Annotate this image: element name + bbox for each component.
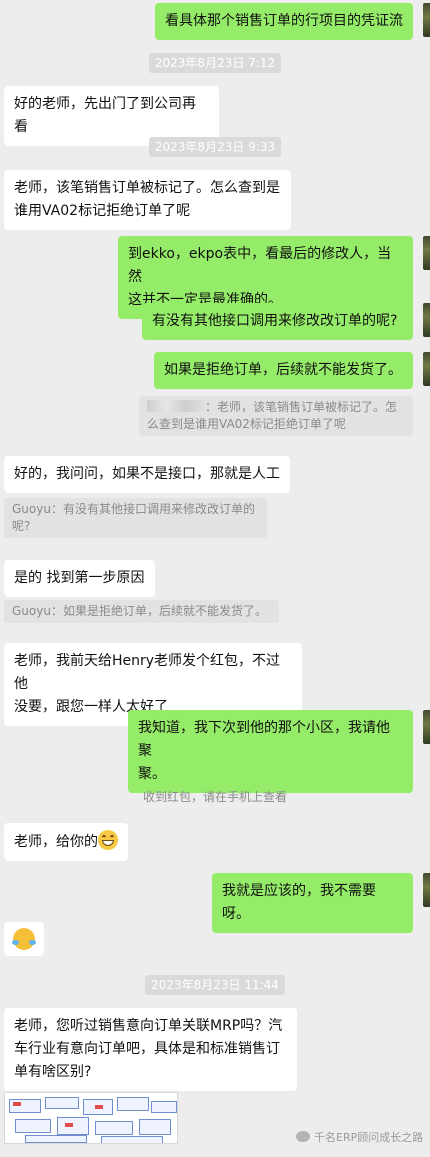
message-other[interactable]: 老师，给你的 <box>4 823 128 861</box>
avatar[interactable] <box>423 352 430 386</box>
timestamp: 2023年8月23日 7:12 <box>0 52 430 73</box>
message-text: 老师，您听过销售意向订单关联MRP吗？汽 <box>14 1018 283 1034</box>
message-text: 老师，我前天给Henry老师发个红包，不过他 <box>14 653 281 692</box>
tears-of-joy-emoji-icon <box>12 928 36 950</box>
message-other[interactable] <box>4 922 44 956</box>
message-other[interactable]: 是的 找到第一步原因 <box>4 560 155 597</box>
timestamp: 2023年8月23日 11:44 <box>0 974 430 995</box>
avatar[interactable] <box>423 3 430 37</box>
message-text: 车行业有意向订单吧，具体是和标准销售订 <box>14 1041 280 1057</box>
quote-text: 呢? <box>12 519 31 533</box>
avatar[interactable] <box>423 710 430 744</box>
quoted-message[interactable]: ：老师，该笔销售订单被标记了。怎 么查到是谁用VA02标记拒绝订单了呢 <box>139 396 413 436</box>
message-self[interactable]: 我就是应该的，我不需要呀。 <box>212 873 413 933</box>
quote-text: ：老师，该笔销售订单被标记了。怎 <box>205 400 398 414</box>
message-text: 看具体那个销售订单的行项目的凭证流 <box>165 13 403 29</box>
avatar[interactable] <box>423 236 430 270</box>
message-text: 是的 找到第一步原因 <box>14 570 145 586</box>
image-thumbnail[interactable] <box>4 1092 178 1144</box>
message-text: 老师，给你的 <box>14 834 98 850</box>
message-text: 谁用VA02标记拒绝订单了呢 <box>14 203 191 219</box>
message-other[interactable]: 老师，您听过销售意向订单关联MRP吗？汽 车行业有意向订单吧，具体是和标准销售订… <box>4 1008 297 1091</box>
timestamp: 2023年8月23日 9:33 <box>0 136 430 157</box>
message-other[interactable]: 好的，我问问，如果不是接口，那就是人工 <box>4 456 290 493</box>
message-other[interactable]: 老师，该笔销售订单被标记了。怎么查到是 谁用VA02标记拒绝订单了呢 <box>4 170 291 230</box>
message-text: 好的，我问问，如果不是接口，那就是人工 <box>14 466 280 482</box>
avatar[interactable] <box>423 873 430 907</box>
message-self[interactable]: 如果是拒绝订单，后续就不能发货了。 <box>154 352 413 389</box>
message-text: 好的老师，先出门了到公司再看 <box>14 96 196 135</box>
quote-text: 么查到是谁用VA02标记拒绝订单了呢 <box>147 417 346 431</box>
quote-text: Guoyu：有没有其他接口调用来修改改订单的 <box>12 502 255 516</box>
avatar[interactable] <box>423 303 430 337</box>
message-self[interactable]: 有没有其他接口调用来修改改订单的呢? <box>142 303 413 340</box>
grinning-face-emoji-icon <box>98 830 118 850</box>
message-text: 我知道，我下次到他的那个小区，我请他聚 <box>138 720 390 759</box>
message-text: 到ekko，ekpo表中，看最后的修改人，当然 <box>128 246 392 285</box>
message-self[interactable]: 看具体那个销售订单的行项目的凭证流 <box>155 3 413 40</box>
message-text: 聚。 <box>138 766 166 782</box>
message-self[interactable]: 我知道，我下次到他的那个小区，我请他聚 聚。 <box>128 710 413 793</box>
message-text: 我就是应该的，我不需要呀。 <box>222 883 376 922</box>
message-text: 老师，该笔销售订单被标记了。怎么查到是 <box>14 180 280 196</box>
quoted-message[interactable]: Guoyu：有没有其他接口调用来修改改订单的 呢? <box>4 498 267 538</box>
blurred-name <box>147 400 205 412</box>
message-text: 如果是拒绝订单，后续就不能发货了。 <box>164 362 402 378</box>
quoted-message[interactable]: Guoyu：如果是拒绝订单，后续就不能发货了。 <box>4 600 279 623</box>
message-text: 有没有其他接口调用来修改改订单的呢? <box>152 313 398 329</box>
quote-text: Guoyu：如果是拒绝订单，后续就不能发货了。 <box>12 604 267 618</box>
system-notice: 收到红包，请在手机上查看 <box>142 790 287 804</box>
message-text: 单有啥区别? <box>14 1064 92 1080</box>
watermark: 千名ERP顾问成长之路 <box>296 1129 423 1145</box>
wechat-logo-icon <box>296 1131 310 1142</box>
